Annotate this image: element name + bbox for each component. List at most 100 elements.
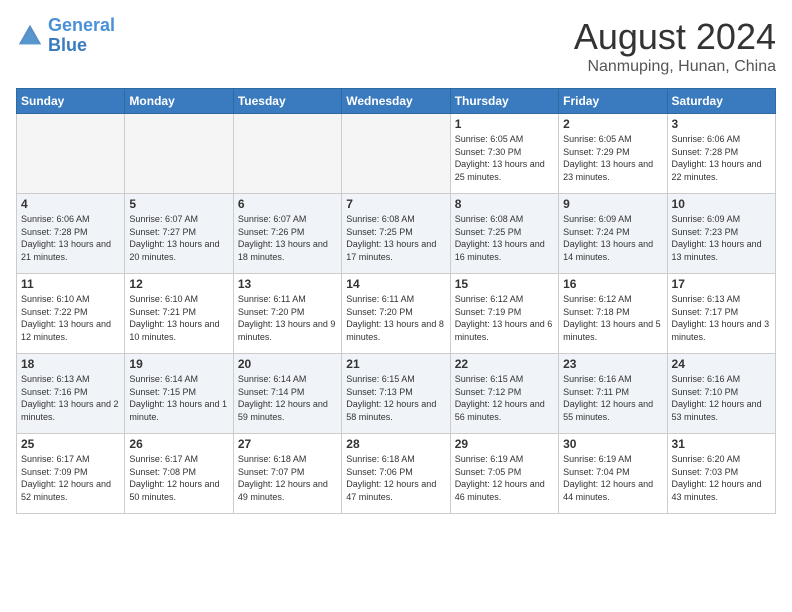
day-number: 29 (455, 437, 554, 451)
day-info: Sunrise: 6:14 AM Sunset: 7:14 PM Dayligh… (238, 373, 337, 423)
day-info: Sunrise: 6:08 AM Sunset: 7:25 PM Dayligh… (346, 213, 445, 263)
page-header: General Blue August 2024 Nanmuping, Huna… (16, 16, 776, 76)
calendar-cell: 27 Sunrise: 6:18 AM Sunset: 7:07 PM Dayl… (233, 434, 341, 514)
day-number: 28 (346, 437, 445, 451)
calendar-cell: 18 Sunrise: 6:13 AM Sunset: 7:16 PM Dayl… (17, 354, 125, 434)
day-info: Sunrise: 6:19 AM Sunset: 7:05 PM Dayligh… (455, 453, 554, 503)
calendar-cell: 19 Sunrise: 6:14 AM Sunset: 7:15 PM Dayl… (125, 354, 233, 434)
calendar-cell (233, 114, 341, 194)
calendar-cell (125, 114, 233, 194)
calendar-cell: 16 Sunrise: 6:12 AM Sunset: 7:18 PM Dayl… (559, 274, 667, 354)
day-number: 20 (238, 357, 337, 371)
day-number: 19 (129, 357, 228, 371)
day-info: Sunrise: 6:13 AM Sunset: 7:17 PM Dayligh… (672, 293, 771, 343)
day-number: 11 (21, 277, 120, 291)
calendar-cell: 7 Sunrise: 6:08 AM Sunset: 7:25 PM Dayli… (342, 194, 450, 274)
day-info: Sunrise: 6:11 AM Sunset: 7:20 PM Dayligh… (346, 293, 445, 343)
day-info: Sunrise: 6:12 AM Sunset: 7:18 PM Dayligh… (563, 293, 662, 343)
calendar-cell: 20 Sunrise: 6:14 AM Sunset: 7:14 PM Dayl… (233, 354, 341, 434)
calendar-cell: 9 Sunrise: 6:09 AM Sunset: 7:24 PM Dayli… (559, 194, 667, 274)
day-number: 12 (129, 277, 228, 291)
logo: General Blue (16, 16, 115, 56)
day-number: 26 (129, 437, 228, 451)
day-info: Sunrise: 6:07 AM Sunset: 7:26 PM Dayligh… (238, 213, 337, 263)
day-number: 23 (563, 357, 662, 371)
day-info: Sunrise: 6:06 AM Sunset: 7:28 PM Dayligh… (21, 213, 120, 263)
day-info: Sunrise: 6:17 AM Sunset: 7:09 PM Dayligh… (21, 453, 120, 503)
calendar-cell: 26 Sunrise: 6:17 AM Sunset: 7:08 PM Dayl… (125, 434, 233, 514)
day-number: 3 (672, 117, 771, 131)
day-info: Sunrise: 6:09 AM Sunset: 7:24 PM Dayligh… (563, 213, 662, 263)
day-info: Sunrise: 6:14 AM Sunset: 7:15 PM Dayligh… (129, 373, 228, 423)
calendar-cell (342, 114, 450, 194)
day-info: Sunrise: 6:06 AM Sunset: 7:28 PM Dayligh… (672, 133, 771, 183)
day-info: Sunrise: 6:10 AM Sunset: 7:22 PM Dayligh… (21, 293, 120, 343)
calendar-cell: 28 Sunrise: 6:18 AM Sunset: 7:06 PM Dayl… (342, 434, 450, 514)
calendar-cell (17, 114, 125, 194)
calendar-cell: 14 Sunrise: 6:11 AM Sunset: 7:20 PM Dayl… (342, 274, 450, 354)
day-number: 27 (238, 437, 337, 451)
day-number: 1 (455, 117, 554, 131)
day-info: Sunrise: 6:16 AM Sunset: 7:11 PM Dayligh… (563, 373, 662, 423)
calendar-cell: 5 Sunrise: 6:07 AM Sunset: 7:27 PM Dayli… (125, 194, 233, 274)
day-number: 2 (563, 117, 662, 131)
weekday-header: Sunday (17, 89, 125, 114)
calendar-cell: 11 Sunrise: 6:10 AM Sunset: 7:22 PM Dayl… (17, 274, 125, 354)
location-title: Nanmuping, Hunan, China (574, 58, 776, 76)
calendar-cell: 30 Sunrise: 6:19 AM Sunset: 7:04 PM Dayl… (559, 434, 667, 514)
calendar-table: SundayMondayTuesdayWednesdayThursdayFrid… (16, 88, 776, 514)
calendar-cell: 29 Sunrise: 6:19 AM Sunset: 7:05 PM Dayl… (450, 434, 558, 514)
day-number: 4 (21, 197, 120, 211)
day-info: Sunrise: 6:15 AM Sunset: 7:13 PM Dayligh… (346, 373, 445, 423)
weekday-header: Thursday (450, 89, 558, 114)
calendar-cell: 2 Sunrise: 6:05 AM Sunset: 7:29 PM Dayli… (559, 114, 667, 194)
logo-text: General Blue (48, 16, 115, 56)
calendar-cell: 12 Sunrise: 6:10 AM Sunset: 7:21 PM Dayl… (125, 274, 233, 354)
calendar-cell: 8 Sunrise: 6:08 AM Sunset: 7:25 PM Dayli… (450, 194, 558, 274)
day-info: Sunrise: 6:12 AM Sunset: 7:19 PM Dayligh… (455, 293, 554, 343)
day-info: Sunrise: 6:07 AM Sunset: 7:27 PM Dayligh… (129, 213, 228, 263)
day-info: Sunrise: 6:16 AM Sunset: 7:10 PM Dayligh… (672, 373, 771, 423)
day-info: Sunrise: 6:09 AM Sunset: 7:23 PM Dayligh… (672, 213, 771, 263)
calendar-cell: 23 Sunrise: 6:16 AM Sunset: 7:11 PM Dayl… (559, 354, 667, 434)
day-info: Sunrise: 6:11 AM Sunset: 7:20 PM Dayligh… (238, 293, 337, 343)
day-number: 7 (346, 197, 445, 211)
weekday-header: Tuesday (233, 89, 341, 114)
calendar-cell: 13 Sunrise: 6:11 AM Sunset: 7:20 PM Dayl… (233, 274, 341, 354)
weekday-header: Saturday (667, 89, 775, 114)
day-number: 17 (672, 277, 771, 291)
calendar-cell: 25 Sunrise: 6:17 AM Sunset: 7:09 PM Dayl… (17, 434, 125, 514)
calendar-cell: 31 Sunrise: 6:20 AM Sunset: 7:03 PM Dayl… (667, 434, 775, 514)
logo-icon (16, 22, 44, 50)
day-number: 15 (455, 277, 554, 291)
day-number: 31 (672, 437, 771, 451)
calendar-cell: 17 Sunrise: 6:13 AM Sunset: 7:17 PM Dayl… (667, 274, 775, 354)
calendar-cell: 15 Sunrise: 6:12 AM Sunset: 7:19 PM Dayl… (450, 274, 558, 354)
day-info: Sunrise: 6:19 AM Sunset: 7:04 PM Dayligh… (563, 453, 662, 503)
day-info: Sunrise: 6:20 AM Sunset: 7:03 PM Dayligh… (672, 453, 771, 503)
day-number: 8 (455, 197, 554, 211)
calendar-cell: 22 Sunrise: 6:15 AM Sunset: 7:12 PM Dayl… (450, 354, 558, 434)
day-number: 9 (563, 197, 662, 211)
calendar-cell: 10 Sunrise: 6:09 AM Sunset: 7:23 PM Dayl… (667, 194, 775, 274)
day-number: 16 (563, 277, 662, 291)
calendar-cell: 6 Sunrise: 6:07 AM Sunset: 7:26 PM Dayli… (233, 194, 341, 274)
day-number: 14 (346, 277, 445, 291)
day-number: 25 (21, 437, 120, 451)
day-info: Sunrise: 6:18 AM Sunset: 7:06 PM Dayligh… (346, 453, 445, 503)
day-number: 13 (238, 277, 337, 291)
calendar-cell: 21 Sunrise: 6:15 AM Sunset: 7:13 PM Dayl… (342, 354, 450, 434)
day-info: Sunrise: 6:05 AM Sunset: 7:29 PM Dayligh… (563, 133, 662, 183)
day-number: 30 (563, 437, 662, 451)
day-number: 6 (238, 197, 337, 211)
weekday-header: Friday (559, 89, 667, 114)
day-number: 10 (672, 197, 771, 211)
title-block: August 2024 Nanmuping, Hunan, China (574, 16, 776, 76)
day-info: Sunrise: 6:18 AM Sunset: 7:07 PM Dayligh… (238, 453, 337, 503)
day-info: Sunrise: 6:08 AM Sunset: 7:25 PM Dayligh… (455, 213, 554, 263)
weekday-header: Monday (125, 89, 233, 114)
calendar-cell: 1 Sunrise: 6:05 AM Sunset: 7:30 PM Dayli… (450, 114, 558, 194)
day-number: 24 (672, 357, 771, 371)
month-title: August 2024 (574, 16, 776, 58)
day-info: Sunrise: 6:13 AM Sunset: 7:16 PM Dayligh… (21, 373, 120, 423)
